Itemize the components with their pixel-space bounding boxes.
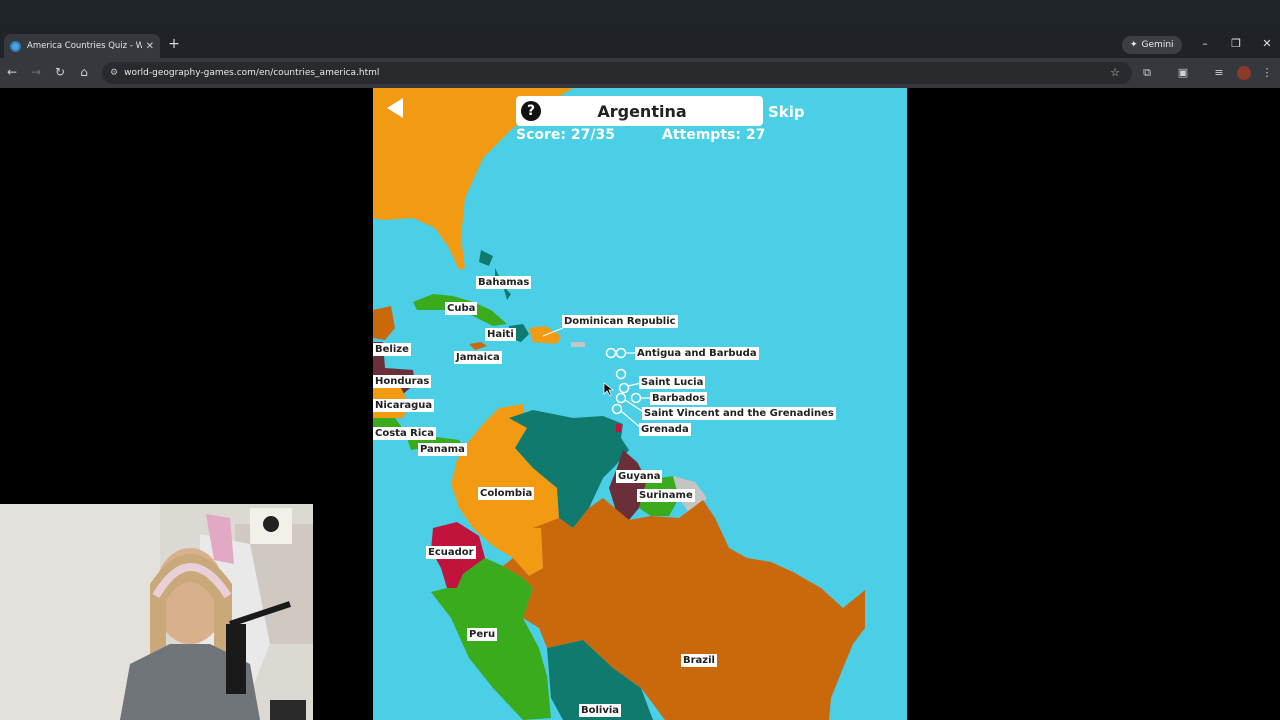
minimize-icon[interactable]: – [1198,37,1212,50]
browser-toolbar: ← → ↻ ⌂ ⚙ world-geography-games.com/en/c… [0,58,1280,88]
globe-favicon-icon [10,40,21,52]
site-info-icon[interactable]: ⚙ [110,68,118,78]
mexico-region [373,306,395,340]
bookmark-star-icon[interactable]: ☆ [1110,66,1120,79]
forward-arrow-icon[interactable]: → [28,65,44,79]
dominica-marker [615,368,627,380]
label-costa-rica: Costa Rica [373,427,436,440]
tab-close-icon[interactable]: ✕ [146,41,154,52]
question-country: Argentina [597,101,687,121]
back-arrow-icon[interactable]: ← [4,65,20,79]
extensions-icon[interactable]: ⧉ [1140,66,1154,80]
gemini-button[interactable]: ✦ Gemini [1122,36,1182,54]
label-belize: Belize [373,343,411,356]
label-guyana: Guyana [616,470,663,483]
reload-icon[interactable]: ↻ [52,65,68,79]
tab-search-icon[interactable]: ▣ [1176,66,1190,79]
antigua-marker-2 [615,347,627,359]
label-brazil: Brazil [681,654,717,667]
browser-tab[interactable]: America Countries Quiz - World ✕ [4,34,160,58]
label-jamaica: Jamaica [454,351,502,364]
tab-title: America Countries Quiz - World [27,41,142,51]
label-saint-lucia: Saint Lucia [639,376,706,389]
label-haiti: Haiti [485,328,516,341]
label-colombia: Colombia [478,487,535,500]
restore-icon[interactable]: ❐ [1229,37,1243,50]
label-bahamas: Bahamas [476,276,532,289]
america-map[interactable] [373,88,907,720]
quiz-map-area[interactable]: ? Argentina Skip Score: 27/35 Attempts: … [373,88,907,720]
mouse-cursor-icon [603,382,615,397]
label-ecuador: Ecuador [426,546,476,559]
sparkle-icon: ✦ [1130,40,1138,50]
address-bar[interactable]: ⚙ world-geography-games.com/en/countries… [102,62,1132,84]
bahamas-region [479,250,511,300]
puerto-rico-region [571,342,585,347]
label-cuba: Cuba [445,302,478,315]
window-close-icon[interactable]: ✕ [1260,37,1274,50]
label-grenada: Grenada [639,423,691,436]
attempts-text: Attempts: 27 [662,127,766,143]
label-suriname: Suriname [637,489,695,502]
url-text: world-geography-games.com/en/countries_a… [124,68,380,78]
gemini-label: Gemini [1141,40,1174,50]
label-honduras: Honduras [373,375,432,388]
menu-kebab-icon[interactable]: ⋮ [1260,66,1274,79]
label-barbados: Barbados [650,392,708,405]
barbados-marker [630,392,642,404]
new-tab-button[interactable]: + [166,36,182,52]
home-icon[interactable]: ⌂ [76,65,92,79]
label-panama: Panama [418,443,467,456]
grenada-marker [611,403,623,415]
label-peru: Peru [467,628,498,641]
webcam-overlay [0,504,313,720]
webcam-image [0,504,313,720]
saint-lucia-marker [618,382,630,394]
leader-lines [542,327,651,429]
profile-avatar[interactable] [1237,66,1251,80]
antigua-marker-1 [605,347,617,359]
score-text: Score: 27/35 [516,127,615,143]
help-icon[interactable]: ? [521,101,541,121]
label-antigua-and-barbuda: Antigua and Barbuda [635,347,759,360]
label-bolivia: Bolivia [579,704,622,717]
skip-button[interactable]: Skip [768,103,805,121]
jamaica-region [469,342,487,350]
media-control-icon[interactable]: ≡ [1212,66,1226,79]
question-box: ? Argentina [516,96,763,126]
label-dominican-republic: Dominican Republic [562,315,678,328]
window-titlebar [0,0,1280,31]
tab-strip: America Countries Quiz - World ✕ + ✦ Gem… [0,31,1280,58]
trinidad-region [616,424,621,432]
saint-vincent-marker [615,392,627,404]
back-button[interactable] [387,98,403,118]
label-nicaragua: Nicaragua [373,399,435,412]
label-saint-vincent: Saint Vincent and the Grenadines [642,407,836,420]
